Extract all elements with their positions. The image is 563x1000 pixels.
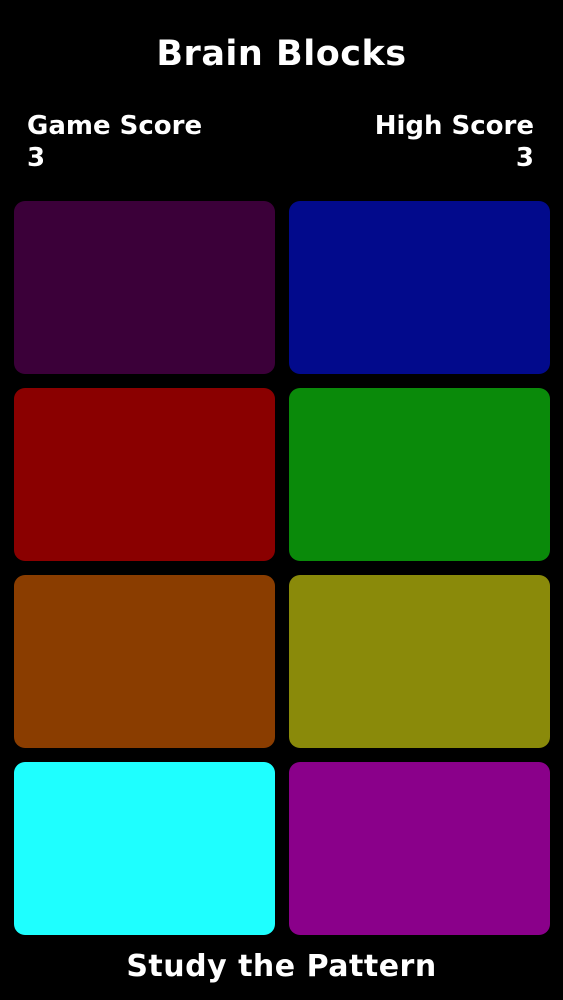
block-red[interactable]: [14, 388, 275, 561]
block-blue[interactable]: [289, 201, 550, 374]
block-dark-purple[interactable]: [14, 201, 275, 374]
high-score-value: 3: [515, 143, 534, 173]
high-score: High Score 3: [375, 110, 534, 174]
game-score-label: Game Score: [27, 111, 203, 141]
game-score-value: 3: [27, 143, 46, 173]
block-green[interactable]: [289, 388, 550, 561]
high-score-label: High Score: [374, 111, 534, 141]
block-cyan[interactable]: [14, 762, 275, 935]
block-orange[interactable]: [14, 575, 275, 748]
status-message: Study the Pattern: [126, 949, 437, 984]
game-title: Brain Blocks: [156, 34, 407, 74]
block-magenta[interactable]: [289, 762, 550, 935]
game-score: Game Score 3: [27, 110, 202, 174]
block-grid: [14, 201, 550, 935]
block-olive[interactable]: [289, 575, 550, 748]
